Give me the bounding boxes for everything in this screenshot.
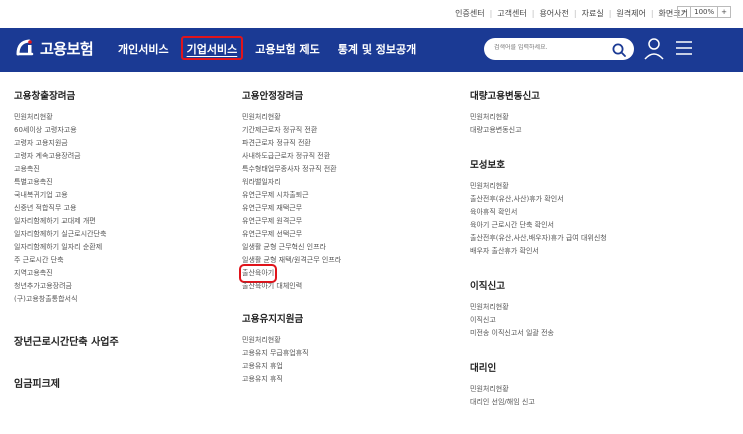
util-link-library[interactable]: 자료실 xyxy=(582,8,604,19)
font-decrease-button[interactable]: − xyxy=(678,7,692,17)
divider: | xyxy=(573,9,577,18)
menu-item[interactable]: 유연근무제 원격근무 xyxy=(242,215,341,228)
section-items: 민원처리현황 60세이상 고령자고용 고령자 고용지원금 고령자 계속고용장려금… xyxy=(14,111,119,306)
logo-text: 고용보험 xyxy=(40,39,94,58)
menu-item[interactable]: 출산육아기 대체인력 xyxy=(242,280,341,293)
menu-column-3: 대량고용변동신고 민원처리현황 대량고용변동신고 모성보호 민원처리현황 출산전… xyxy=(470,88,607,409)
hamburger-menu-icon[interactable] xyxy=(675,40,693,56)
section-title[interactable]: 대리인 xyxy=(470,360,607,374)
menu-item[interactable]: 출산전후(유산,사산,배우자)휴가 급여 대위신청 xyxy=(470,232,607,245)
menu-item[interactable]: 민원처리현황 xyxy=(470,111,607,124)
section-items: 민원처리현황 기간제근로자 정규직 전환 파견근로자 정규직 전환 사내하도급근… xyxy=(238,111,341,293)
util-link-remote[interactable]: 원격제어 xyxy=(616,8,645,19)
menu-item[interactable]: 일자리함께하기 실근로시간단축 xyxy=(14,228,119,241)
menu-item[interactable]: 특수형태업무종사자 정규직 전환 xyxy=(242,163,341,176)
menu-item[interactable]: 신중년 적합직무 고용 xyxy=(14,202,119,215)
menu-column-1: 고용창출장려금 민원처리현황 60세이상 고령자고용 고령자 고용지원금 고령자… xyxy=(14,88,119,390)
section-items: 민원처리현황 대량고용변동신고 xyxy=(470,111,607,137)
menu-item[interactable]: 사내하도급근로자 정규직 전환 xyxy=(242,150,341,163)
menu-item[interactable]: 파견근로자 정규직 전환 xyxy=(242,137,341,150)
divider: | xyxy=(608,9,612,18)
menu-item[interactable]: 민원처리현황 xyxy=(242,334,341,347)
menu-item[interactable]: 유연근무제 재택근무 xyxy=(242,202,341,215)
section-title[interactable]: 고용안정장려금 xyxy=(242,88,341,102)
menu-item[interactable]: 고용촉진 xyxy=(14,163,119,176)
menu-item[interactable]: 유연근무제 선택근무 xyxy=(242,228,341,241)
menu-item[interactable]: 이직신고 xyxy=(470,314,607,327)
menu-item[interactable]: 일자리함께하기 일자리 순환제 xyxy=(14,241,119,254)
utility-bar: 인증센터 | 고객센터 | 용어사전 | 자료실 | 원격제어 | 화면크기 − 100%… xyxy=(0,0,743,28)
main-header: 고용보험 개인서비스 기업서비스 고용보험 제도 통계 및 정보공개 xyxy=(0,28,743,72)
menu-item[interactable]: 민원처리현황 xyxy=(470,383,607,396)
font-size-value: 100% xyxy=(694,8,715,16)
user-icon[interactable] xyxy=(643,37,665,61)
menu-item[interactable]: 60세이상 고령자고용 xyxy=(14,124,119,137)
menu-item[interactable]: 일자리함께하기 교대제 개편 xyxy=(14,215,119,228)
menu-item[interactable]: 국내복귀기업 고용 xyxy=(14,189,119,202)
section-items: 민원처리현황 고용유지 무급휴업휴직 고용유지 휴업 고용유지 휴직 xyxy=(242,334,341,386)
util-link-customer[interactable]: 고객센터 xyxy=(497,8,526,19)
menu-item[interactable]: 청년추가고용장려금 xyxy=(14,280,119,293)
menu-item[interactable]: 워라밸일자리 xyxy=(242,176,341,189)
menu-item[interactable]: 육아기 근로시간 단축 확인서 xyxy=(470,219,607,232)
section-items: 민원처리현황 대리인 선임/해임 신고 xyxy=(470,383,607,409)
menu-item[interactable]: 출산전후(유산,사산)휴가 확인서 xyxy=(470,193,607,206)
util-link-cert[interactable]: 인증센터 xyxy=(455,8,484,19)
menu-column-2: 고용안정장려금 민원처리현황 기간제근로자 정규직 전환 파견근로자 정규직 전… xyxy=(238,88,341,386)
menu-item[interactable]: 유연근무제 시차출퇴근 xyxy=(242,189,341,202)
section-title[interactable]: 대량고용변동신고 xyxy=(470,88,607,102)
menu-item-highlighted: 출산육아기 xyxy=(238,264,341,283)
menu-item[interactable]: 일생활 균형 재택/원격근무 인프라 xyxy=(242,254,341,267)
section-items: 민원처리현황 이직신고 미전송 이직신고서 일괄 전송 xyxy=(470,301,607,340)
menu-item[interactable]: 지역고용촉진 xyxy=(14,267,119,280)
section-title[interactable]: 고용창출장려금 xyxy=(14,88,119,102)
nav-insurance-system[interactable]: 고용보험 제도 xyxy=(255,41,320,57)
menu-item[interactable]: 고령자 고용지원금 xyxy=(14,137,119,150)
search-icon[interactable] xyxy=(612,42,626,57)
menu-item[interactable]: 고용유지 무급휴업휴직 xyxy=(242,347,341,360)
menu-item[interactable]: 배우자 출산휴가 확인서 xyxy=(470,245,607,258)
menu-item[interactable]: 특별고용촉진 xyxy=(14,176,119,189)
nav-highlight-box xyxy=(181,36,243,60)
menu-item[interactable]: 대리인 선임/해임 신고 xyxy=(470,396,607,409)
logo-icon xyxy=(14,37,36,59)
menu-item[interactable]: 육아휴직 확인서 xyxy=(470,206,607,219)
search-input[interactable] xyxy=(494,44,594,51)
section-items: 민원처리현황 출산전후(유산,사산)휴가 확인서 육아휴직 확인서 육아기 근로… xyxy=(470,180,607,258)
menu-item[interactable]: 민원처리현황 xyxy=(242,111,341,124)
main-nav: 개인서비스 기업서비스 고용보험 제도 통계 및 정보공개 xyxy=(118,41,434,57)
menu-item-childbirth-parenting[interactable]: 출산육아기 xyxy=(238,264,278,283)
divider: | xyxy=(531,9,535,18)
nav-personal-services[interactable]: 개인서비스 xyxy=(118,41,169,57)
search-box xyxy=(484,38,634,60)
menu-item[interactable]: 대량고용변동신고 xyxy=(470,124,607,137)
section-title[interactable]: 이직신고 xyxy=(470,278,607,292)
utility-links: 인증센터 | 고객센터 | 용어사전 | 자료실 | 원격제어 | 화면크기 xyxy=(455,8,688,19)
font-size-control: − 100% + xyxy=(677,6,731,18)
menu-item[interactable]: 일생활 균형 근무혁신 인프라 xyxy=(242,241,341,254)
section-title[interactable]: 임금피크제 xyxy=(14,375,119,390)
section-title[interactable]: 모성보호 xyxy=(470,157,607,171)
divider: | xyxy=(650,9,654,18)
section-title[interactable]: 장년근로시간단축 사업주 xyxy=(14,333,119,348)
menu-item[interactable]: 주 근로시간 단축 xyxy=(14,254,119,267)
site-logo[interactable]: 고용보험 xyxy=(14,37,94,59)
font-increase-button[interactable]: + xyxy=(717,7,730,17)
menu-item[interactable]: 미전송 이직신고서 일괄 전송 xyxy=(470,327,607,340)
menu-item[interactable]: (구)고용창출통합서식 xyxy=(14,293,119,306)
menu-item[interactable]: 기간제근로자 정규직 전환 xyxy=(242,124,341,137)
util-link-glossary[interactable]: 용어사전 xyxy=(539,8,568,19)
menu-item[interactable]: 민원처리현황 xyxy=(470,180,607,193)
menu-item[interactable]: 고령자 계속고용장려금 xyxy=(14,150,119,163)
section-title[interactable]: 고용유지지원금 xyxy=(242,311,341,325)
menu-item[interactable]: 민원처리현황 xyxy=(14,111,119,124)
divider: | xyxy=(489,9,493,18)
menu-item[interactable]: 고용유지 휴직 xyxy=(242,373,341,386)
menu-item[interactable]: 고용유지 휴업 xyxy=(242,360,341,373)
menu-item[interactable]: 민원처리현황 xyxy=(470,301,607,314)
nav-statistics[interactable]: 통계 및 정보공개 xyxy=(338,41,417,57)
